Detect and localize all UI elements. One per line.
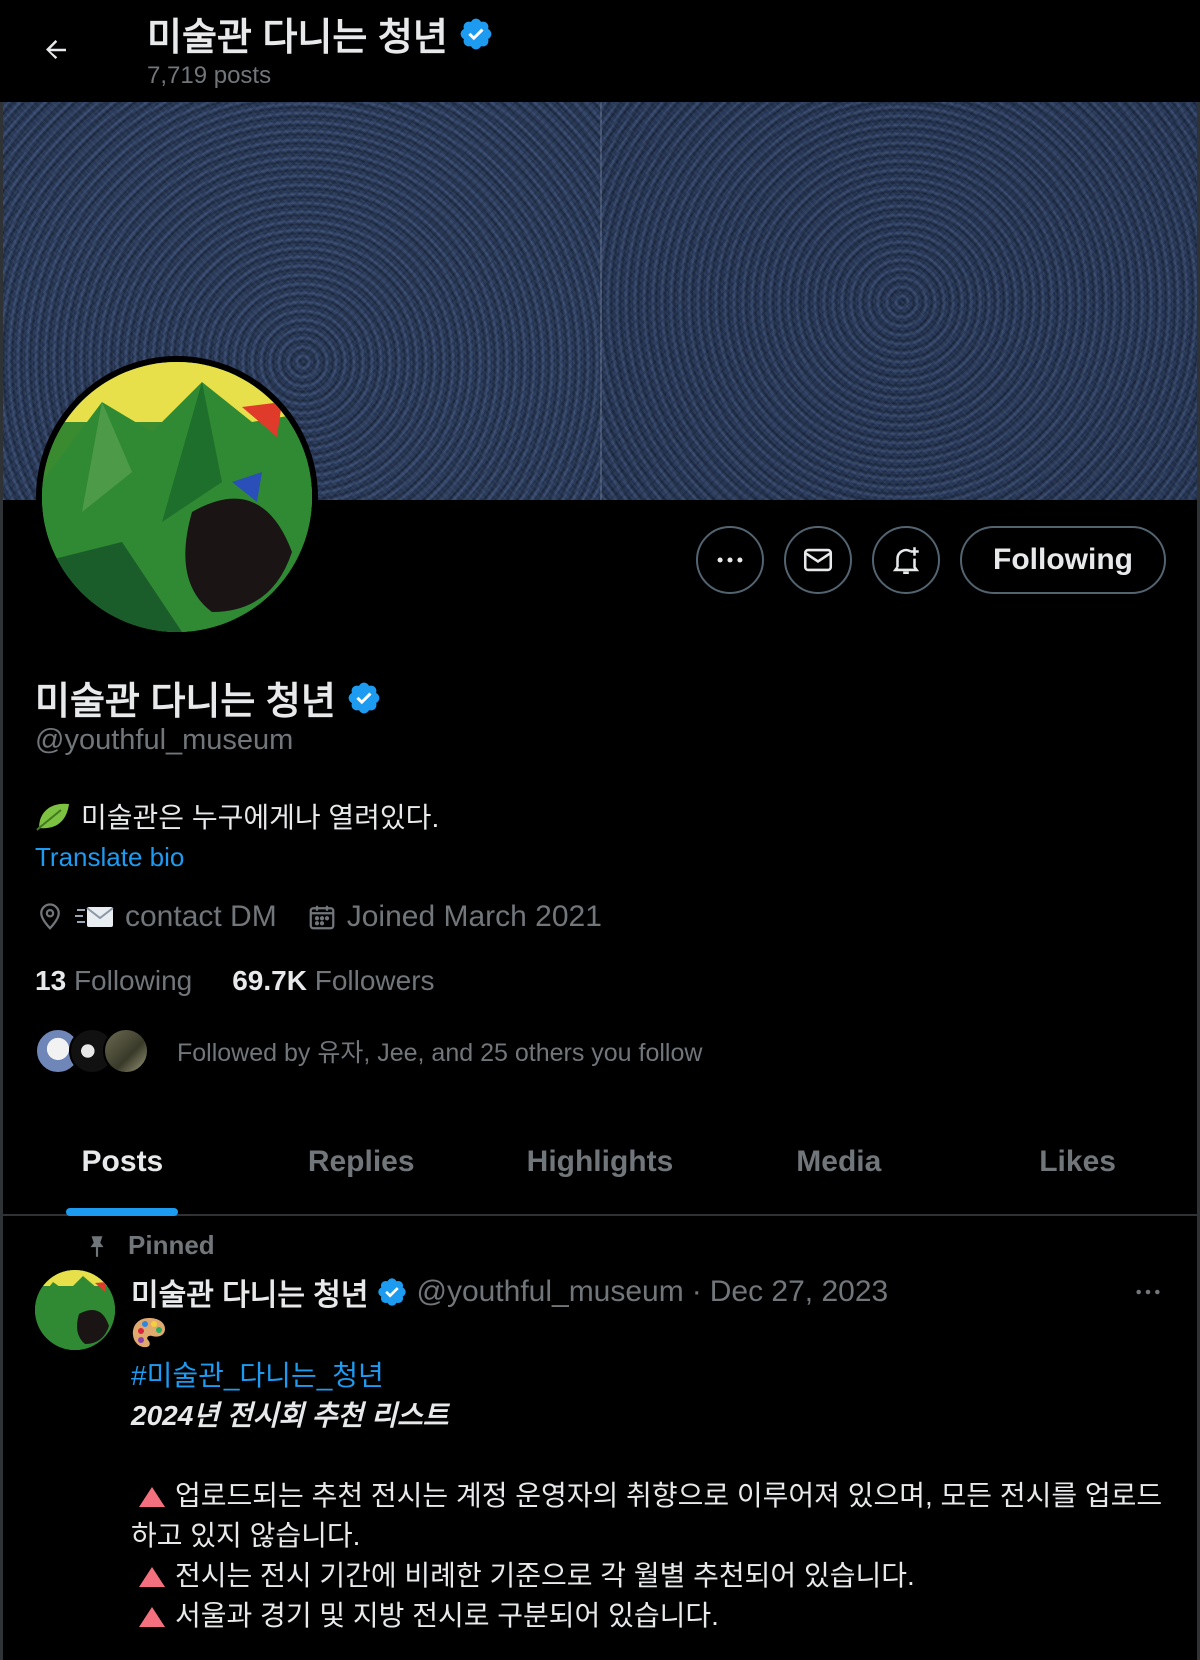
tweet-headline: 2024년 전시회 추천 리스트 (131, 1400, 449, 1431)
tab-replies[interactable]: Replies (242, 1110, 481, 1214)
following-label: Following (73, 965, 193, 996)
profile-tabs: Posts Replies Highlights Media Likes (3, 1110, 1197, 1216)
more-options-button[interactable] (696, 526, 764, 594)
more-horizontal-icon (717, 557, 743, 563)
verified-badge-icon[interactable] (346, 680, 382, 716)
followers-count: 69.7K (232, 965, 307, 996)
notifications-button[interactable] (872, 526, 940, 594)
tweet-spacer (131, 1436, 1171, 1476)
back-button[interactable] (30, 24, 82, 76)
tweet-hashtag[interactable]: #미술관_다니는_청년 (131, 1356, 1171, 1396)
display-name-text: 미술관 다니는 청년 (35, 681, 336, 723)
header-title: 미술관 다니는 청년 (147, 6, 494, 61)
tweet-header: 미술관 다니는 청년 @youthful_museum · Dec 27, 20… (131, 1270, 888, 1314)
profile-avatar[interactable] (36, 356, 318, 638)
avatar-painting (35, 1270, 115, 1350)
translate-bio-link[interactable]: Translate bio (35, 842, 184, 873)
following-button[interactable]: Following (960, 526, 1166, 594)
profile-handle: @youthful_museum (35, 724, 294, 756)
tab-label: Highlights (526, 1145, 674, 1178)
joined-item: Joined March 2021 (307, 900, 602, 934)
envelope-emoji-icon (75, 907, 114, 927)
location-text: contact DM (125, 900, 277, 933)
more-horizontal-icon (1136, 1289, 1160, 1295)
follow-counts: 13 Following 69.7K Followers (35, 965, 435, 997)
location-pin-icon (40, 903, 60, 930)
tweet-note: 전시는 전시 기간에 비례한 기준으로 각 월별 추천되어 있습니다. (131, 1556, 1171, 1596)
tweet-separator: · (691, 1275, 702, 1308)
tweet-more-button[interactable] (1128, 1272, 1168, 1312)
tweet-author-handle[interactable]: @youthful_museum (416, 1275, 683, 1309)
verified-badge-icon (460, 18, 492, 49)
palette-icon (132, 1318, 165, 1348)
envelope-icon (803, 548, 833, 572)
followers-count-link[interactable]: 69.7K Followers (232, 965, 434, 997)
tweet-note: 서울과 경기 및 지방 전시로 구분되어 있습니다. (131, 1596, 1171, 1636)
joined-text: Joined March 2021 (346, 900, 602, 933)
follower-avatar (103, 1028, 149, 1074)
tweet-body: #미술관_다니는_청년 2024년 전시회 추천 리스트 업로드되는 추천 전시… (131, 1316, 1171, 1636)
following-count: 13 (35, 965, 67, 996)
header-title-text: 미술관 다니는 청년 (147, 17, 448, 59)
profile-meta: contact DM Joined March 2021 (35, 900, 632, 934)
followers-label: Followers (314, 965, 435, 996)
pinned-indicator: Pinned (84, 1230, 215, 1261)
palette-emoji (131, 1316, 1171, 1356)
tab-likes[interactable]: Likes (958, 1110, 1197, 1214)
location-item: contact DM (35, 900, 277, 934)
arrow-left-icon (46, 40, 66, 59)
profile-display-name: 미술관 다니는 청년 (35, 670, 382, 725)
tab-media[interactable]: Media (719, 1110, 958, 1214)
pin-icon (90, 1235, 104, 1257)
profile-header: 미술관 다니는 청년 7,719 posts (0, 0, 1200, 102)
red-triangle-icon (139, 1607, 165, 1627)
posts-count: 7,719 posts (147, 62, 272, 89)
avatar-painting (42, 362, 312, 632)
active-tab-indicator (66, 1208, 179, 1216)
red-triangle-icon (139, 1567, 165, 1587)
tweet-note-text: 전시는 전시 기간에 비례한 기준으로 각 월별 추천되어 있습니다. (175, 1560, 915, 1591)
tab-label: Replies (307, 1145, 415, 1178)
calendar-icon (309, 905, 335, 930)
avatar-image (42, 362, 312, 632)
bio-text: 미술관은 누구에게나 열려있다. (81, 802, 440, 833)
message-button[interactable] (784, 526, 852, 594)
pinned-label: Pinned (128, 1230, 215, 1260)
tweet-note-text: 서울과 경기 및 지방 전시로 구분되어 있습니다. (175, 1600, 719, 1631)
tab-label: Media (796, 1145, 882, 1178)
bell-plus-icon (892, 547, 920, 575)
profile-bio: 미술관은 누구에게나 열려있다. (35, 796, 439, 836)
tab-posts[interactable]: Posts (3, 1110, 242, 1216)
tweet-author-name[interactable]: 미술관 다니는 청년 (131, 1270, 368, 1314)
tweet-date[interactable]: Dec 27, 2023 (710, 1275, 888, 1309)
tweet-note: 업로드되는 추천 전시는 계정 운영자의 취향으로 이루어져 있으며, 모든 전… (131, 1476, 1171, 1556)
red-triangle-icon (139, 1487, 165, 1507)
followed-by[interactable]: Followed by 유자, Jee, and 25 others you f… (35, 1028, 702, 1074)
tab-label: Likes (1039, 1145, 1116, 1178)
tweet-author-avatar[interactable] (35, 1270, 115, 1350)
tab-label: Posts (81, 1145, 164, 1178)
tab-highlights[interactable]: Highlights (481, 1110, 720, 1214)
followed-by-text: Followed by 유자, Jee, and 25 others you f… (177, 1039, 703, 1067)
verified-badge-icon[interactable] (376, 1276, 408, 1308)
tweet-note-text: 업로드되는 추천 전시는 계정 운영자의 취향으로 이루어져 있으며, 모든 전… (131, 1480, 1163, 1551)
following-count-link[interactable]: 13 Following (35, 965, 192, 997)
leaf-icon (36, 803, 69, 831)
